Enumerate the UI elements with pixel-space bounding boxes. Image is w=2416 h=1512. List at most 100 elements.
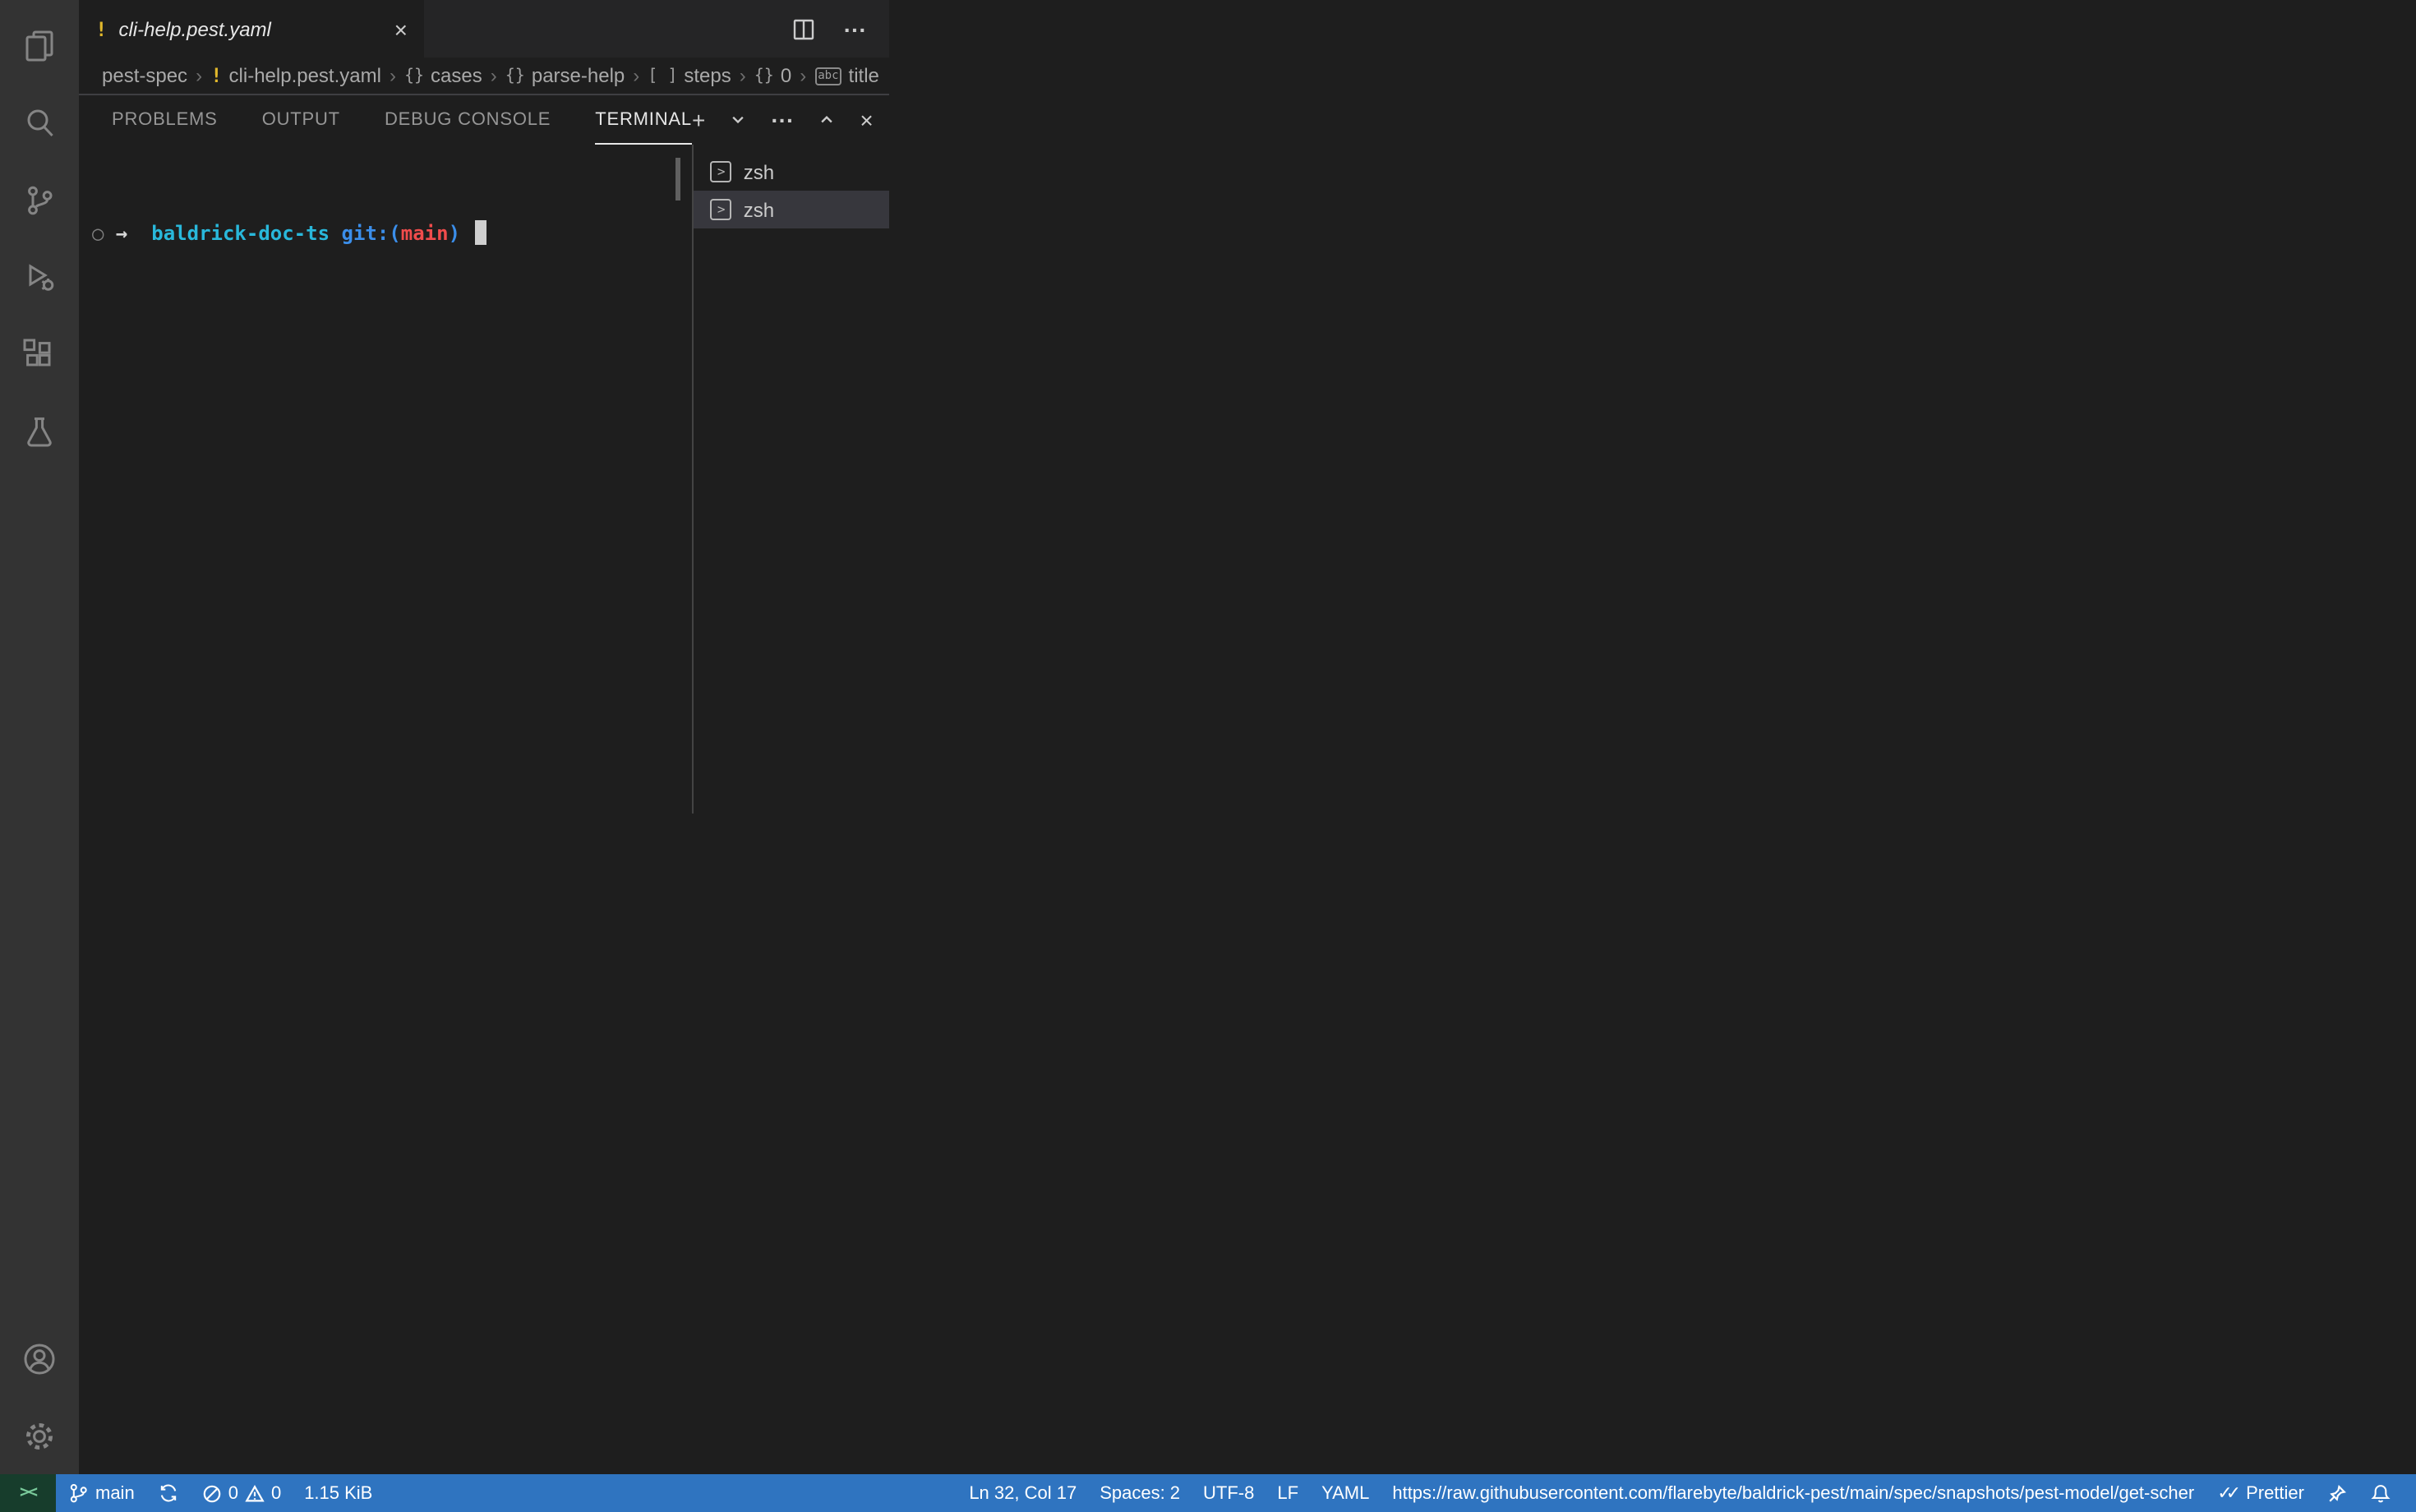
panel: PROBLEMS OUTPUT DEBUG CONSOLE TERMINAL + ··… [79,94,890,814]
pin-status[interactable] [2316,1474,2358,1512]
explorer-icon[interactable] [0,7,79,84]
prompt-segment-cwd: baldrick-doc-ts [151,222,330,245]
breadcrumb: pest-spec ›! cli-help.pest.yaml › {} cases › {}… [79,58,890,94]
accounts-icon[interactable] [0,1320,79,1397]
breadcrumb-label: 0 [781,64,791,87]
prompt-segment-git: git:( [342,222,401,245]
symbol-object-icon: {} [404,67,424,85]
panel-tab-problems[interactable]: PROBLEMS [112,95,218,145]
warning-count: 0 [271,1483,281,1503]
breadcrumb-item-cli-help-pest-yaml[interactable]: ! cli-help.pest.yaml [210,64,381,87]
tab-cli-help-pest-yaml[interactable]: ! cli-help.pest.yaml × [79,0,426,58]
prompt-segment-dim: ○ [92,222,116,245]
source-control-icon[interactable] [0,161,79,238]
maximize-panel-chevron-icon[interactable] [818,112,835,128]
tab-bar-actions: ··· [791,0,890,58]
run-and-debug-icon[interactable] [0,238,79,316]
settings-gear-icon[interactable] [0,1397,79,1474]
symbol-object-icon: {} [505,67,525,85]
terminal-shell-icon: > [711,199,732,220]
prompt-segment-branch: main [401,222,449,245]
problems-status[interactable]: 0 0 [191,1474,293,1512]
symbol-array-icon: [ ] [648,67,677,85]
status-bar: >< main 0 [0,1474,2416,1512]
schema-url-status[interactable]: https://raw.githubusercontent.com/flareb… [1381,1474,2206,1512]
breadcrumb-item-steps[interactable]: [ ]steps [648,64,731,87]
yaml-file-icon: ! [95,17,107,40]
breadcrumb-label: parse-help [532,64,625,87]
prompt-segment-arrow: → [116,222,151,245]
terminal-scrollbar[interactable] [676,158,681,201]
panel-tab-terminal[interactable]: TERMINAL [595,95,692,145]
terminal[interactable]: ○ → baldrick-doc-ts git:(main) [79,145,693,814]
language-mode-status[interactable]: YAML [1310,1474,1381,1512]
breadcrumb-item-cases[interactable]: {} cases [404,64,482,87]
cursor-position-status[interactable]: Ln 32, Col 17 [957,1474,1088,1512]
prompt-segment-git: ) [449,222,460,245]
breadcrumb-separator: › [390,64,396,87]
git-branch-status[interactable]: main [56,1474,146,1512]
new-terminal-icon[interactable]: + [692,107,705,133]
tab-bar: ! cli-help.pest.yaml × ··· [79,0,890,58]
breadcrumb-label: title [849,64,879,87]
formatter-status[interactable]: ✓✓ Prettier [2206,1474,2316,1512]
panel-tabs: PROBLEMS OUTPUT DEBUG CONSOLE TERMINAL [112,95,692,145]
yaml-file-icon: ! [210,64,222,87]
pin-icon [2327,1483,2347,1503]
status-left-group: main 0 0 1.15 KiB [56,1474,384,1512]
terminal-shell-label: zsh [744,198,774,221]
extensions-icon[interactable] [0,316,79,393]
terminal-dropdown-chevron-icon[interactable] [730,112,746,128]
panel-body: ○ → baldrick-doc-ts git:(main) > zsh > zsh [79,145,890,814]
file-size: 1.15 KiB [304,1483,372,1503]
main-row: ! cli-help.pest.yaml × ··· pest-spec ›! cl… [0,0,2416,1474]
panel-tab-debug-console[interactable]: DEBUG CONSOLE [385,95,551,145]
terminal-shell-icon: > [711,161,732,182]
close-panel-icon[interactable]: × [860,107,873,133]
terminal-prompt-line: ○ → baldrick-doc-ts git:(main) [92,219,693,248]
eol-status[interactable]: LF [1266,1474,1310,1512]
tab-title: cli-help.pest.yaml [118,17,270,40]
warnings-icon [245,1483,265,1503]
close-tab-icon[interactable]: × [394,17,408,40]
errors-icon [202,1483,222,1503]
breadcrumb-label: pest-spec [102,64,187,87]
vscode-window: ! cli-help.pest.yaml × ··· pest-spec ›! cl… [0,0,2416,1512]
editor-column: ! cli-help.pest.yaml × ··· pest-spec ›! cl… [79,0,890,1474]
encoding-status[interactable]: UTF-8 [1192,1474,1266,1512]
breadcrumb-item-title[interactable]: abc title [814,64,879,87]
split-editor-icon[interactable] [791,16,818,42]
breadcrumb-item-pest-spec[interactable]: pest-spec [102,64,187,87]
terminal-cursor [476,220,487,245]
file-size-status[interactable]: 1.15 KiB [293,1474,384,1512]
branch-name: main [95,1483,135,1503]
terminal-list-item-1[interactable]: > zsh [694,153,890,191]
bell-icon [2370,1482,2391,1504]
breadcrumb-item-parse-help[interactable]: {} parse-help [505,64,625,87]
symbol-string-icon: abc [814,67,841,85]
terminal-shell-label: zsh [744,160,774,183]
search-icon[interactable] [0,84,79,161]
formatter-name: Prettier [2246,1483,2304,1503]
prompt-segment-pln [460,222,472,245]
prompt-segment-pln [330,222,341,245]
panel-header: PROBLEMS OUTPUT DEBUG CONSOLE TERMINAL + ··… [79,95,890,145]
indentation-status[interactable]: Spaces: 2 [1088,1474,1192,1512]
status-right-group: Ln 32, Col 17 Spaces: 2 UTF-8 LF YAML ht… [957,1474,2416,1512]
more-actions-icon[interactable]: ··· [844,16,867,42]
notifications-status[interactable] [2358,1474,2403,1512]
breadcrumb-separator: › [196,64,202,87]
breadcrumb-item-0[interactable]: {}0 [754,64,791,87]
remote-indicator[interactable]: >< [0,1474,56,1512]
terminal-list-item-2[interactable]: > zsh [694,191,890,228]
panel-tab-output[interactable]: OUTPUT [262,95,340,145]
terminal-list-sidebar: > zsh > zsh [693,145,890,814]
breadcrumb-label: cases [431,64,482,87]
breadcrumb-separator: › [491,64,497,87]
breadcrumb-separator: › [740,64,746,87]
panel-more-icon[interactable]: ··· [771,107,794,133]
sync-icon [158,1482,179,1504]
sync-status[interactable] [146,1474,191,1512]
testing-icon[interactable] [0,393,79,470]
breadcrumb-label: cli-help.pest.yaml [229,64,381,87]
